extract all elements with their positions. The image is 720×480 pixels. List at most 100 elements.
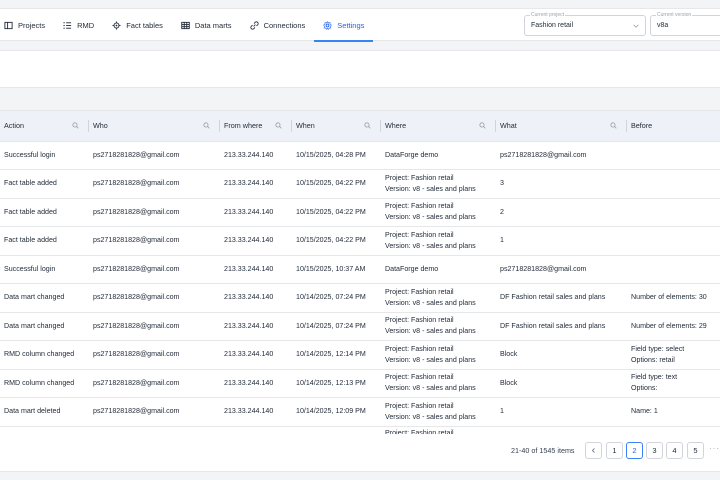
cell-action: Fact table added: [0, 226, 89, 256]
cell-action-line: Fact table added: [4, 207, 57, 216]
cell-where: Project: Fashion retail Version: v8 - sal…: [381, 226, 496, 256]
previous-page-button[interactable]: [585, 442, 602, 459]
cell-where-line: Project: Fashion retail: [385, 173, 454, 182]
cell-when: 10/14/2025, 12:09 PM: [292, 397, 381, 427]
column-header-when[interactable]: When: [292, 111, 381, 142]
cell-when-line: 10/14/2025, 12:09 PM: [296, 407, 366, 416]
nav-tab-rmd[interactable]: RMD: [54, 9, 103, 41]
cell-what: 1: [496, 226, 627, 256]
column-header-from-where[interactable]: From where: [220, 111, 292, 142]
nav-tab-settings[interactable]: Settings: [314, 9, 374, 42]
cell-what-line: ps2718281828@gmail.com: [500, 150, 587, 159]
cell-where: Project: Fashion retail Version: v8 - sal…: [381, 340, 496, 370]
column-title: What: [500, 121, 517, 131]
column-header-action[interactable]: Action: [0, 111, 89, 142]
table-row[interactable]: Successful login ps2718281828@gmail.com 21…: [0, 141, 720, 170]
table-row[interactable]: Fact table added ps2718281828@gmail.com 21…: [0, 198, 720, 227]
cell-what-line: ps2718281828@gmail.com: [500, 264, 587, 273]
nav-tab-label: Connections: [263, 20, 306, 30]
table-row[interactable]: Data mart deleted ps2718281828@gmail.com 2…: [0, 397, 720, 427]
nav-tab-label: Fact tables: [126, 20, 163, 30]
cell-what: 3: [496, 169, 627, 199]
search-icon[interactable]: [610, 122, 617, 129]
project-selector-value: Fashion retail: [531, 22, 574, 29]
cell-what: ps2718281828@gmail.com: [496, 255, 627, 284]
cell-what-line: Block: [500, 378, 518, 387]
cell-who: ps2718281828@gmail.com: [89, 198, 220, 227]
table-body: Successful login ps2718281828@gmail.com 21…: [0, 141, 720, 441]
page-button-5[interactable]: 5: [687, 442, 704, 459]
nav-tab-connections[interactable]: Connections: [241, 9, 315, 41]
nav-tab-label: RMD: [77, 20, 95, 30]
cell-when: 10/14/2025, 12:13 PM: [292, 369, 381, 398]
cell-where: DataForge demo: [381, 255, 496, 284]
cell-from-where-line: 213.33.244.140: [224, 150, 274, 159]
cell-before-line: Field type: text: [631, 373, 678, 382]
cell-what: DF Fashion retail sales and plans: [496, 312, 627, 341]
page-button-1[interactable]: 1: [606, 442, 623, 459]
cell-when-line: 10/15/2025, 10:37 AM: [296, 264, 366, 273]
column-header-where[interactable]: Where: [381, 111, 496, 142]
page-button-2[interactable]: 2: [626, 442, 643, 459]
cell-from-where: 213.33.244.140: [220, 198, 292, 227]
cell-when-line: 10/15/2025, 04:22 PM: [296, 179, 366, 188]
cell-what-line: Block: [500, 350, 518, 359]
cell-before-line: Number of elements: 30: [631, 293, 707, 302]
cell-where-line: Project: Fashion retail: [385, 373, 454, 382]
cell-from-where-line: 213.33.244.140: [224, 321, 274, 330]
cell-what: Block: [496, 340, 627, 370]
table-row[interactable]: Successful login ps2718281828@gmail.com 21…: [0, 255, 720, 284]
nav-tab-fact-tables[interactable]: Fact tables: [103, 9, 172, 41]
cell-when-line: 10/15/2025, 04:22 PM: [296, 236, 366, 245]
cell-what: ps2718281828@gmail.com: [496, 141, 627, 170]
nav-tab-data-marts[interactable]: Data marts: [172, 9, 241, 41]
more-pages-ellipsis[interactable]: ···: [709, 444, 720, 453]
cell-action-line: RMD column changed: [4, 378, 75, 387]
column-title: Before: [631, 121, 653, 131]
cell-action: Data mart changed: [0, 312, 89, 341]
cell-when-line: 10/14/2025, 07:24 PM: [296, 293, 366, 302]
column-header-before[interactable]: Before: [627, 111, 720, 142]
table-row[interactable]: Fact table added ps2718281828@gmail.com 21…: [0, 226, 720, 256]
cell-action: Fact table added: [0, 198, 89, 227]
table-row[interactable]: RMD column changed ps2718281828@gmail.com…: [0, 340, 720, 370]
cell-where-line: Project: Fashion retail: [385, 202, 454, 211]
cell-action-line: Data mart deleted: [4, 407, 61, 416]
cell-when: 10/14/2025, 07:24 PM: [292, 283, 381, 313]
search-icon[interactable]: [203, 122, 210, 129]
cell-from-where: 213.33.244.140: [220, 226, 292, 256]
table-row[interactable]: Data mart changed ps2718281828@gmail.com 2…: [0, 283, 720, 313]
cell-who: ps2718281828@gmail.com: [89, 369, 220, 398]
cell-when: 10/15/2025, 04:22 PM: [292, 169, 381, 199]
search-icon[interactable]: [479, 122, 486, 129]
version-selector[interactable]: Current version v8a: [650, 12, 720, 36]
cell-what-line: DF Fashion retail sales and plans: [500, 293, 606, 302]
table-row[interactable]: RMD column changed ps2718281828@gmail.com…: [0, 369, 720, 398]
cell-from-where-line: 213.33.244.140: [224, 264, 274, 273]
cell-when-line: 10/14/2025, 12:14 PM: [296, 350, 366, 359]
cell-who-line: ps2718281828@gmail.com: [93, 378, 180, 387]
nav-tab-label: Settings: [337, 20, 365, 30]
cell-before: [627, 255, 720, 284]
search-icon[interactable]: [72, 122, 79, 129]
search-icon[interactable]: [364, 122, 371, 129]
column-header-who[interactable]: Who: [89, 111, 220, 142]
cell-from-where-line: 213.33.244.140: [224, 293, 274, 302]
cell-action: Successful login: [0, 255, 89, 284]
table-row[interactable]: Fact table added ps2718281828@gmail.com 21…: [0, 169, 720, 199]
link-icon: [249, 20, 259, 30]
page-button-3[interactable]: 3: [646, 442, 663, 459]
cell-who-line: ps2718281828@gmail.com: [93, 407, 180, 416]
table-row[interactable]: Data mart changed ps2718281828@gmail.com 2…: [0, 312, 720, 341]
audit-log-table-card: Action Who From where When Where What Be…: [0, 110, 720, 472]
cell-action-line: Fact table added: [4, 236, 57, 245]
search-icon[interactable]: [275, 122, 282, 129]
cell-what: Block: [496, 369, 627, 398]
cell-from-where: 213.33.244.140: [220, 397, 292, 427]
column-header-what[interactable]: What: [496, 111, 627, 142]
nav-tab-projects[interactable]: Projects: [0, 9, 54, 41]
project-selector[interactable]: Current project Fashion retail: [524, 12, 646, 36]
cell-what-line: 1: [500, 236, 504, 245]
page-button-4[interactable]: 4: [666, 442, 683, 459]
cell-action: Fact table added: [0, 169, 89, 199]
